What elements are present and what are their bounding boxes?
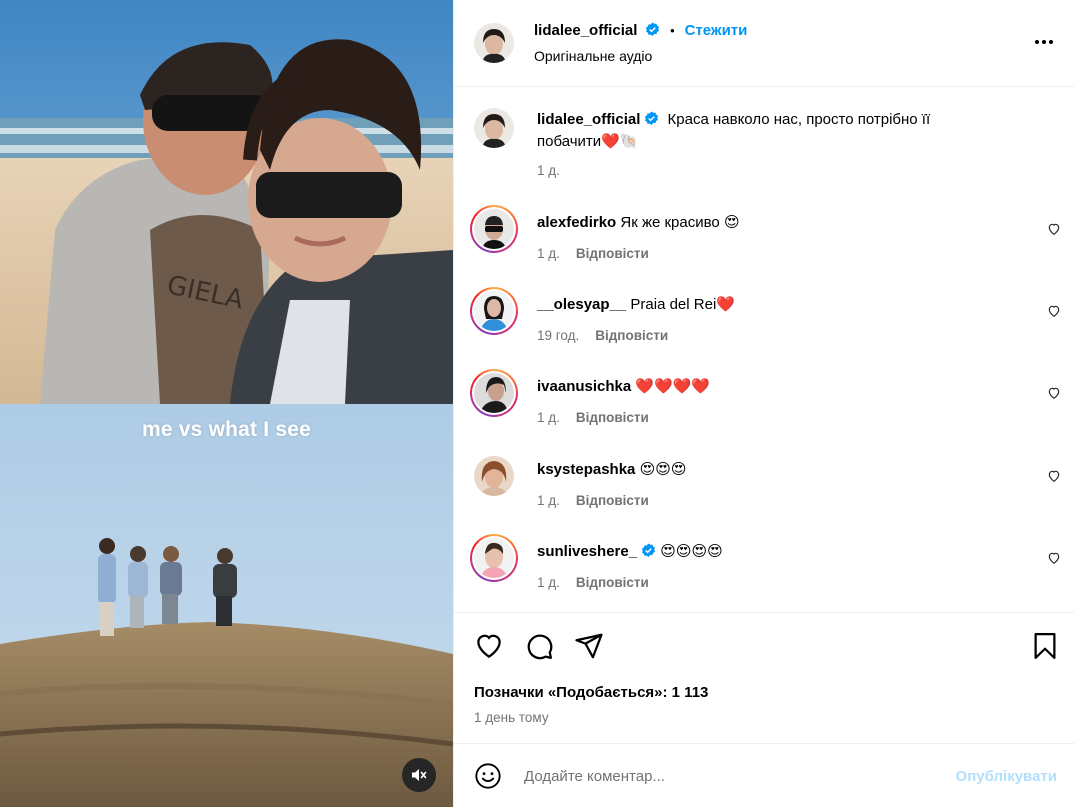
comment-meta: 1 д. Відповісти <box>537 492 649 508</box>
comment-time[interactable]: 1 д. <box>537 410 560 425</box>
selfie-photo: GIELA <box>0 0 453 404</box>
header-title-row: lidalee_official • Стежити <box>534 22 747 39</box>
caption-body: lidalee_official Краса навколо нас, прос… <box>537 109 997 153</box>
comment-emoji: 😍 <box>723 214 740 231</box>
comment-meta: 1 д. Відповісти <box>537 574 649 590</box>
caption-emojis: ❤️🐚 <box>601 133 639 150</box>
commenter-username[interactable]: ksystepashka <box>537 461 635 478</box>
reply-button[interactable]: Відповісти <box>576 246 649 261</box>
header-separator: • <box>670 23 675 38</box>
video-overlay-text: me vs what I see <box>142 418 311 441</box>
comment-text: __olesyap__ Praia del Rei❤️ <box>537 294 735 316</box>
reply-button[interactable]: Відповісти <box>576 410 649 425</box>
smiley-icon[interactable] <box>474 762 502 790</box>
comment-body: Praia del Rei <box>630 296 717 313</box>
comment-time[interactable]: 1 д. <box>537 246 560 261</box>
comment-text: ksystepashka 😍😍😍 <box>537 459 687 481</box>
commenter-username[interactable]: sunliveshere_ <box>537 543 637 560</box>
paper-plane-icon[interactable] <box>574 631 604 661</box>
comment-emoji: 😍😍😍😍 <box>660 543 723 560</box>
post-panel: lidalee_official • Стежити Оригінальне а… <box>453 0 1074 807</box>
comment-text: ivaanusichka ❤️❤️❤️❤️ <box>537 376 710 398</box>
like-comment-heart-icon[interactable] <box>1047 222 1061 236</box>
post-media[interactable]: GIELA me vs what I see <box>0 0 453 807</box>
comment-meta: 1 д. Відповісти <box>537 409 649 425</box>
commenter-avatar[interactable] <box>474 373 514 413</box>
mute-button[interactable] <box>402 758 436 792</box>
more-horizontal-icon <box>1035 40 1039 44</box>
comment-bubble-icon[interactable] <box>524 631 554 661</box>
comment-time[interactable]: 1 д. <box>537 493 560 508</box>
post-actions: Позначки «Подобається»: 1 113 1 день том… <box>454 612 1074 743</box>
reply-button[interactable]: Відповісти <box>576 575 649 590</box>
verified-badge-icon <box>646 22 660 36</box>
speaker-muted-icon <box>412 769 427 781</box>
likes-count[interactable]: Позначки «Подобається»: 1 113 <box>474 684 708 701</box>
commenter-avatar[interactable] <box>474 538 514 578</box>
author-username[interactable]: lidalee_official <box>534 22 637 39</box>
comment-time[interactable]: 19 год. <box>537 328 579 343</box>
verified-badge-icon <box>642 543 656 557</box>
commenter-username[interactable]: alexfedirko <box>537 214 616 231</box>
author-avatar[interactable] <box>474 23 514 63</box>
cliff-photo <box>0 404 453 807</box>
commenter-avatar[interactable] <box>474 456 514 496</box>
caption-author-avatar[interactable] <box>474 108 514 148</box>
like-comment-heart-icon[interactable] <box>1047 551 1061 565</box>
comment-composer: Опублікувати <box>454 743 1074 807</box>
original-audio-link[interactable]: Оригінальне аудіо <box>534 48 652 64</box>
commenter-username[interactable]: __olesyap__ <box>537 296 626 313</box>
comment-text: alexfedirko Як же красиво 😍 <box>537 212 740 234</box>
post-header: lidalee_official • Стежити Оригінальне а… <box>454 0 1074 87</box>
reply-button[interactable]: Відповісти <box>576 493 649 508</box>
like-comment-heart-icon[interactable] <box>1047 469 1061 483</box>
more-options-button[interactable] <box>1035 40 1053 44</box>
comment-body: Як же красиво <box>620 214 720 231</box>
post-timestamp[interactable]: 1 день тому <box>474 710 549 725</box>
follow-button[interactable]: Стежити <box>685 22 748 39</box>
caption-author[interactable]: lidalee_official <box>537 111 640 128</box>
bookmark-icon[interactable] <box>1030 631 1060 661</box>
commenter-avatar[interactable] <box>474 291 514 331</box>
comment-meta: 19 год. Відповісти <box>537 327 668 343</box>
verified-badge-icon <box>645 111 659 125</box>
comment-text: sunliveshere_ 😍😍😍😍 <box>537 541 723 563</box>
heart-icon[interactable] <box>474 631 504 661</box>
comment-meta: 1 д. Відповісти <box>537 245 649 261</box>
reply-button[interactable]: Відповісти <box>595 328 668 343</box>
commenter-avatar[interactable] <box>474 209 514 249</box>
comment-emoji: ❤️ <box>716 296 735 313</box>
comment-emoji: 😍😍😍 <box>639 461 687 478</box>
like-comment-heart-icon[interactable] <box>1047 386 1061 400</box>
publish-button[interactable]: Опублікувати <box>956 768 1057 785</box>
comment-emoji: ❤️❤️❤️❤️ <box>635 378 711 395</box>
comment-time[interactable]: 1 д. <box>537 575 560 590</box>
caption-time[interactable]: 1 д. <box>537 163 560 178</box>
like-comment-heart-icon[interactable] <box>1047 304 1061 318</box>
commenter-username[interactable]: ivaanusichka <box>537 378 631 395</box>
comment-input[interactable] <box>524 762 924 790</box>
